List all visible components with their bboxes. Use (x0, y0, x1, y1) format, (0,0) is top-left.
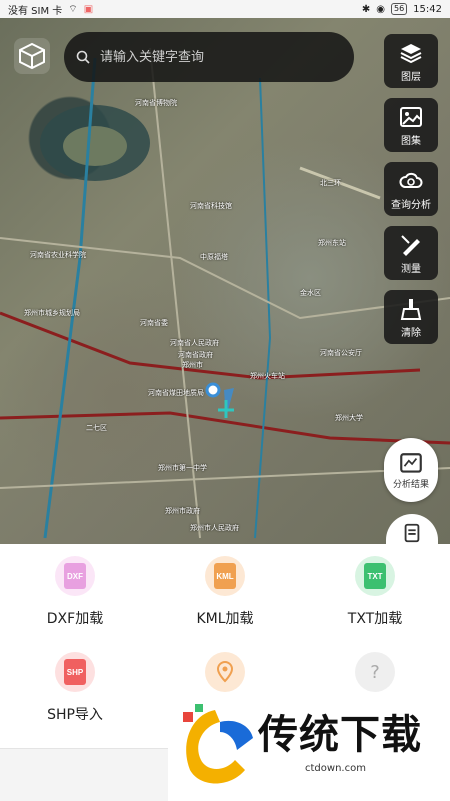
map-label: 河南省人民政府 (170, 339, 219, 347)
search-icon (76, 50, 90, 64)
kml-load-label: KML加载 (196, 611, 254, 627)
image-icon (398, 104, 424, 130)
map-label: 河南省科技馆 (190, 202, 232, 210)
map-label: 郑州市第一中学 (158, 464, 207, 472)
help-button[interactable]: ? (310, 652, 440, 692)
battery-level: 56 (390, 3, 408, 15)
map-label: 郑州东站 (318, 239, 346, 247)
kml-icon: KML (205, 556, 245, 596)
gallery-button[interactable]: 图集 (384, 98, 438, 152)
measure-label: 测量 (401, 263, 421, 275)
layers-button[interactable]: 图层 (384, 34, 438, 88)
txt-load-button[interactable]: TXT TXT加载 (310, 556, 440, 628)
carrier-text: 没有 SIM 卡 (8, 5, 63, 17)
shp-import-label: SHP导入 (47, 707, 103, 723)
layers-icon (398, 40, 424, 66)
cube-logo-icon (19, 42, 45, 70)
map-label: 郑州市 (182, 361, 203, 369)
map-label: 河南省公安厅 (320, 349, 362, 357)
search-bar[interactable] (64, 32, 354, 82)
measure-button[interactable]: 测量 (384, 226, 438, 280)
map-label: 北三环 (320, 179, 341, 187)
map-label: 郑州火车站 (250, 372, 285, 380)
crosshair-icon (218, 400, 234, 418)
road-south (0, 467, 450, 489)
bluetooth-icon: ✱ (361, 3, 371, 15)
notification-icon: ▣ (83, 3, 94, 15)
question-icon: ? (355, 652, 395, 692)
dxf-load-button[interactable]: DXF DXF加载 (10, 556, 140, 628)
status-bar: 没有 SIM 卡 ⌔ ▣ ✱ ◉ 56 15:42 (0, 0, 450, 18)
map-label: 河南省农业科学院 (30, 251, 86, 259)
shp-icon: SHP (55, 652, 95, 692)
kml-load-button[interactable]: KML KML加载 (160, 556, 290, 628)
cloud-search-icon (398, 168, 424, 194)
clear-button[interactable]: 清除 (384, 290, 438, 344)
broom-icon (398, 296, 424, 322)
watermark-url: ctdown.com (305, 763, 366, 774)
map-label: 中原福塔 (200, 253, 228, 261)
dxf-load-label: DXF加载 (46, 611, 104, 627)
location-marker[interactable] (205, 382, 221, 398)
map-overlay (0, 47, 450, 539)
analysis-results-button[interactable]: 分析结果 (384, 438, 438, 502)
chart-search-icon (400, 452, 422, 473)
map-label: 郑州市人民政府 (190, 524, 239, 532)
satellite-map[interactable]: 郑州市 河南省政府 河南省人民政府 河南省煤田地质局 郑州火车站 河南省农业科学… (0, 18, 450, 544)
metro-line-blue-2 (254, 77, 272, 539)
map-label: 金水区 (300, 289, 321, 297)
map-label: 河南省煤田地质局 (148, 389, 204, 397)
lake-island (63, 126, 127, 166)
map-label: 郑州市政府 (165, 507, 200, 515)
shp-import-button[interactable]: SHP SHP导入 (10, 652, 140, 724)
txt-load-label: TXT加载 (347, 611, 403, 627)
layers-label: 图层 (401, 71, 421, 83)
wifi-icon: ⌔ (68, 3, 78, 15)
document-icon (404, 523, 420, 543)
analysis-results-label: 分析结果 (392, 479, 429, 490)
gallery-label: 图集 (401, 135, 421, 147)
dxf-icon: DXF (55, 556, 95, 596)
query-analysis-button[interactable]: 查询分析 (384, 162, 438, 216)
location-import-button[interactable] (160, 652, 290, 692)
watermark-title: 传统下载 (258, 712, 422, 758)
app-logo-button[interactable] (14, 38, 50, 74)
query-analysis-label: 查询分析 (391, 199, 431, 211)
location-icon: ◉ (376, 3, 385, 15)
search-input[interactable] (98, 48, 332, 66)
txt-icon: TXT (355, 556, 395, 596)
map-label: 郑州大学 (335, 414, 363, 422)
map-label: 郑州市城乡规划局 (24, 309, 80, 317)
map-label: 河南省政府 (178, 351, 213, 359)
map-label: 河南省委 (140, 319, 168, 327)
ruler-pencil-icon (398, 232, 424, 258)
map-label: 二七区 (86, 424, 107, 432)
map-label: 河南省博物院 (135, 99, 177, 107)
time-text: 15:42 (413, 3, 442, 15)
bottom-grey-area (0, 748, 168, 801)
pin-icon (205, 652, 245, 692)
clear-label: 清除 (401, 327, 421, 339)
